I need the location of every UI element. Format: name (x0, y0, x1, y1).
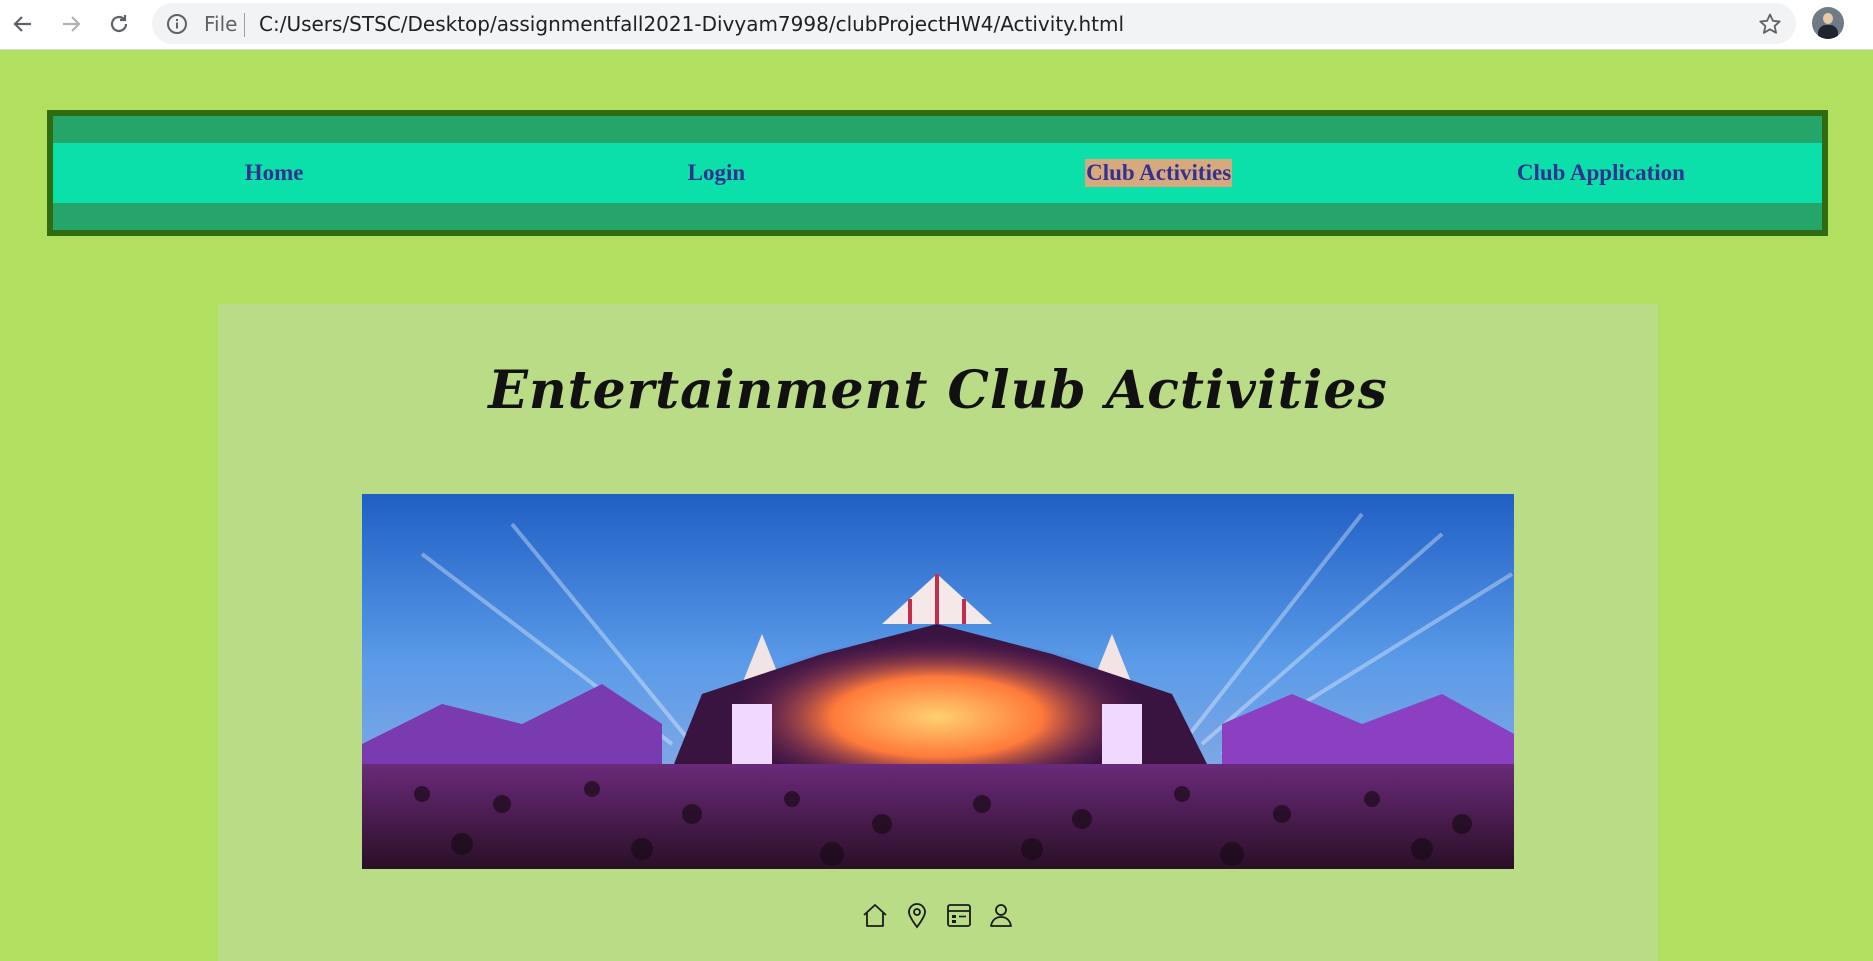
nav-item-login[interactable]: Login (495, 143, 937, 203)
user-icon[interactable] (986, 900, 1016, 930)
url-text[interactable]: C:/Users/STSC/Desktop/assignmentfall2021… (259, 13, 1124, 35)
browser-toolbar: File C:/Users/STSC/Desktop/assignmentfal… (0, 0, 1873, 50)
nav-link-home[interactable]: Home (244, 159, 305, 187)
location-icon[interactable] (902, 900, 932, 930)
nav-link-login[interactable]: Login (687, 159, 747, 187)
info-icon[interactable] (166, 13, 188, 40)
calendar-icon[interactable] (944, 900, 974, 930)
scheme-label: File (204, 12, 238, 36)
nav-strip: Home Login Club Activities Club Applicat… (53, 143, 1822, 203)
nav-item-club-application[interactable]: Club Application (1380, 143, 1822, 203)
main-navigation: Home Login Club Activities Club Applicat… (47, 110, 1828, 236)
address-bar[interactable]: File C:/Users/STSC/Desktop/assignmentfal… (152, 3, 1796, 44)
bookmark-star-icon[interactable] (1758, 12, 1782, 41)
nav-link-club-application[interactable]: Club Application (1516, 159, 1686, 187)
forward-icon[interactable] (56, 9, 86, 39)
separator (244, 13, 245, 37)
nav-item-club-activities[interactable]: Club Activities (938, 143, 1380, 203)
nav-link-club-activities[interactable]: Club Activities (1085, 159, 1233, 187)
festival-hero-image (362, 494, 1514, 869)
footer-icon-row (218, 900, 1658, 930)
home-icon[interactable] (860, 900, 890, 930)
back-icon[interactable] (8, 9, 38, 39)
nav-item-home[interactable]: Home (53, 143, 495, 203)
page-title: Entertainment Club Activities (488, 360, 1388, 421)
reload-icon[interactable] (104, 9, 134, 39)
profile-avatar[interactable] (1812, 7, 1844, 39)
content-panel: Entertainment Club Activities (218, 304, 1658, 961)
